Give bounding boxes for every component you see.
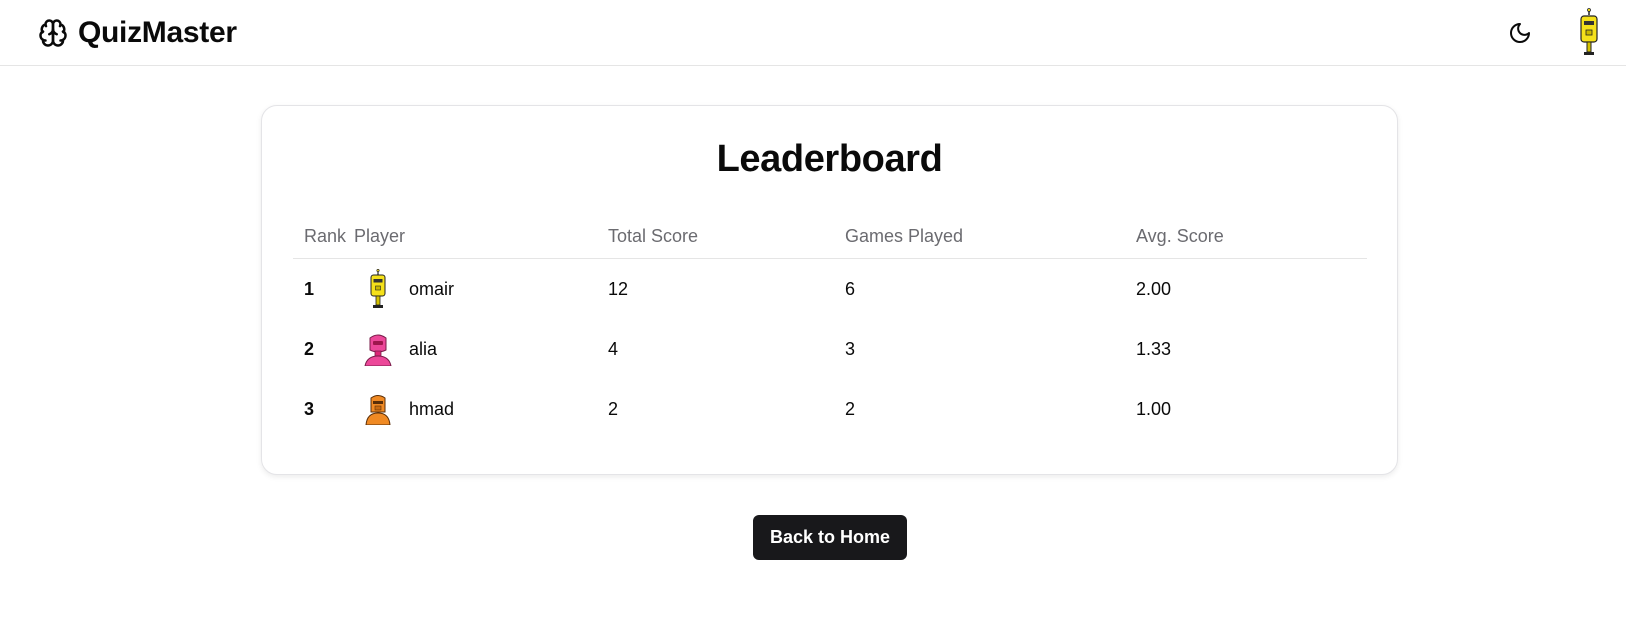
column-header-rank: Rank [304, 225, 347, 246]
robot-avatar-icon [360, 269, 396, 309]
column-header-avg-score: Avg. Score [1136, 225, 1224, 246]
table-row: 1 omair 12 6 2.00 [293, 259, 1367, 319]
games-played-cell: 6 [845, 278, 856, 299]
player-name: omair [409, 278, 455, 299]
back-to-home-button[interactable]: Back to Home [753, 515, 907, 560]
rank-cell: 3 [304, 398, 315, 419]
avg-score-cell: 1.00 [1136, 398, 1172, 419]
brand[interactable]: QuizMaster [38, 16, 237, 50]
player-cell: alia [354, 329, 608, 369]
player-cell: omair [354, 269, 608, 309]
table-row: 3 hmad 2 2 1.00 [293, 379, 1367, 439]
table-header: Rank Player Total Score Games Played Avg… [293, 214, 1367, 259]
moon-icon[interactable] [1502, 15, 1538, 51]
rank-cell: 2 [304, 338, 315, 359]
avg-score-cell: 2.00 [1136, 278, 1172, 299]
table-row: 2 alia 4 3 1.33 [293, 319, 1367, 379]
user-avatar-icon[interactable] [1572, 7, 1606, 58]
pink-robot-avatar-icon [360, 329, 396, 369]
column-header-games-played: Games Played [845, 225, 964, 246]
leaderboard-card: Leaderboard Rank Player Total Score Game… [261, 105, 1398, 475]
games-played-cell: 2 [845, 398, 856, 419]
total-score-cell: 2 [608, 398, 619, 419]
page-title: Leaderboard [716, 138, 943, 180]
orange-robot-avatar-icon [360, 389, 396, 429]
brand-name: QuizMaster [78, 15, 237, 49]
player-name: alia [409, 338, 438, 359]
avg-score-cell: 1.33 [1136, 338, 1172, 359]
total-score-cell: 12 [608, 278, 629, 299]
leaderboard-table: Rank Player Total Score Games Played Avg… [293, 214, 1367, 439]
total-score-cell: 4 [608, 338, 619, 359]
top-navbar: QuizMaster [0, 0, 1626, 66]
player-cell: hmad [354, 389, 608, 429]
games-played-cell: 3 [845, 338, 856, 359]
rank-cell: 1 [304, 278, 315, 299]
brain-icon [38, 18, 68, 48]
column-header-total-score: Total Score [608, 225, 699, 246]
player-name: hmad [409, 398, 455, 419]
nav-actions [1502, 7, 1606, 58]
column-header-player: Player [354, 225, 406, 246]
